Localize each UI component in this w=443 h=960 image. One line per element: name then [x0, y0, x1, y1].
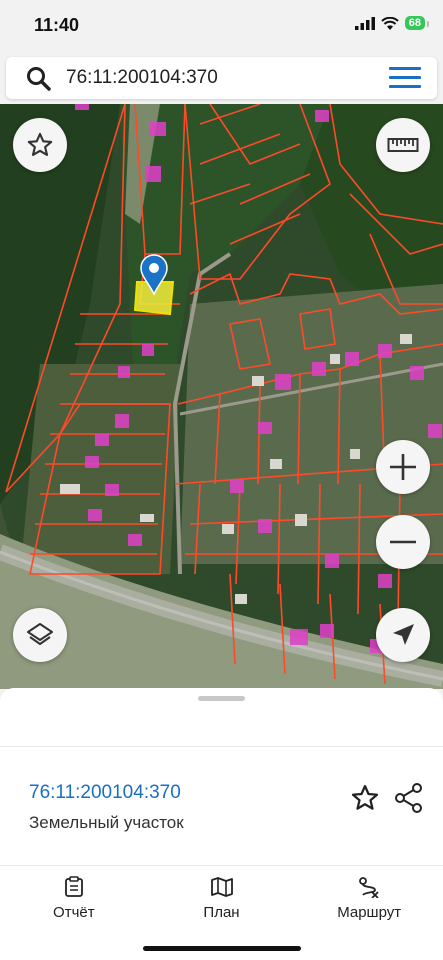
- route-icon: [359, 877, 379, 898]
- search-bar[interactable]: 76:11:200104:370: [6, 57, 437, 99]
- status-time: 11:40: [34, 15, 80, 35]
- hamburger-menu-icon[interactable]: [389, 67, 421, 89]
- locate-me-button[interactable]: [376, 608, 430, 662]
- ruler-icon: [387, 138, 419, 152]
- star-icon: [27, 132, 53, 156]
- search-input[interactable]: 76:11:200104:370: [66, 67, 218, 89]
- battery-indicator: 68: [404, 16, 430, 30]
- tab-plan-label: План: [203, 904, 240, 921]
- locate-icon: [393, 624, 414, 645]
- zoom-out-button[interactable]: [376, 515, 430, 569]
- cadastral-map[interactable]: [0, 104, 443, 689]
- favorite-map-button[interactable]: [13, 118, 67, 172]
- zoom-in-button[interactable]: [376, 440, 430, 494]
- tab-report-label: Отчёт: [53, 904, 95, 921]
- object-type-label: Земельный участок: [29, 813, 184, 832]
- object-bottom-sheet[interactable]: 76:11:200104:370 Земельный участок Отчёт: [0, 688, 443, 960]
- cellular-signal-icon: [354, 16, 375, 30]
- search-icon[interactable]: [26, 66, 52, 92]
- zoom-in-icon: [390, 454, 416, 480]
- star-icon[interactable]: [350, 783, 380, 813]
- sheet-drag-handle[interactable]: [198, 696, 245, 701]
- ruler-button[interactable]: [376, 118, 430, 172]
- parcel-info-card[interactable]: 76:11:200104:370 Земельный участок: [0, 746, 443, 866]
- satellite-map-image: [0, 104, 443, 689]
- map-plan-icon: [210, 877, 233, 897]
- zoom-out-icon: [390, 540, 416, 544]
- report-icon: [64, 876, 83, 897]
- home-indicator[interactable]: [143, 946, 301, 951]
- wifi-icon: [381, 16, 399, 30]
- tab-route[interactable]: Маршрут: [295, 864, 443, 934]
- tab-report[interactable]: Отчёт: [0, 864, 148, 934]
- status-icons: 68: [354, 16, 430, 30]
- layers-button[interactable]: [13, 608, 67, 662]
- bottom-tab-bar: Отчёт План Маршрут: [0, 864, 443, 934]
- tab-plan[interactable]: План: [148, 864, 296, 934]
- status-bar: 11:40 68: [0, 0, 443, 50]
- cadastral-number[interactable]: 76:11:200104:370: [29, 782, 181, 804]
- share-icon[interactable]: [395, 783, 423, 813]
- tab-route-label: Маршрут: [337, 904, 402, 921]
- layers-icon: [27, 623, 53, 645]
